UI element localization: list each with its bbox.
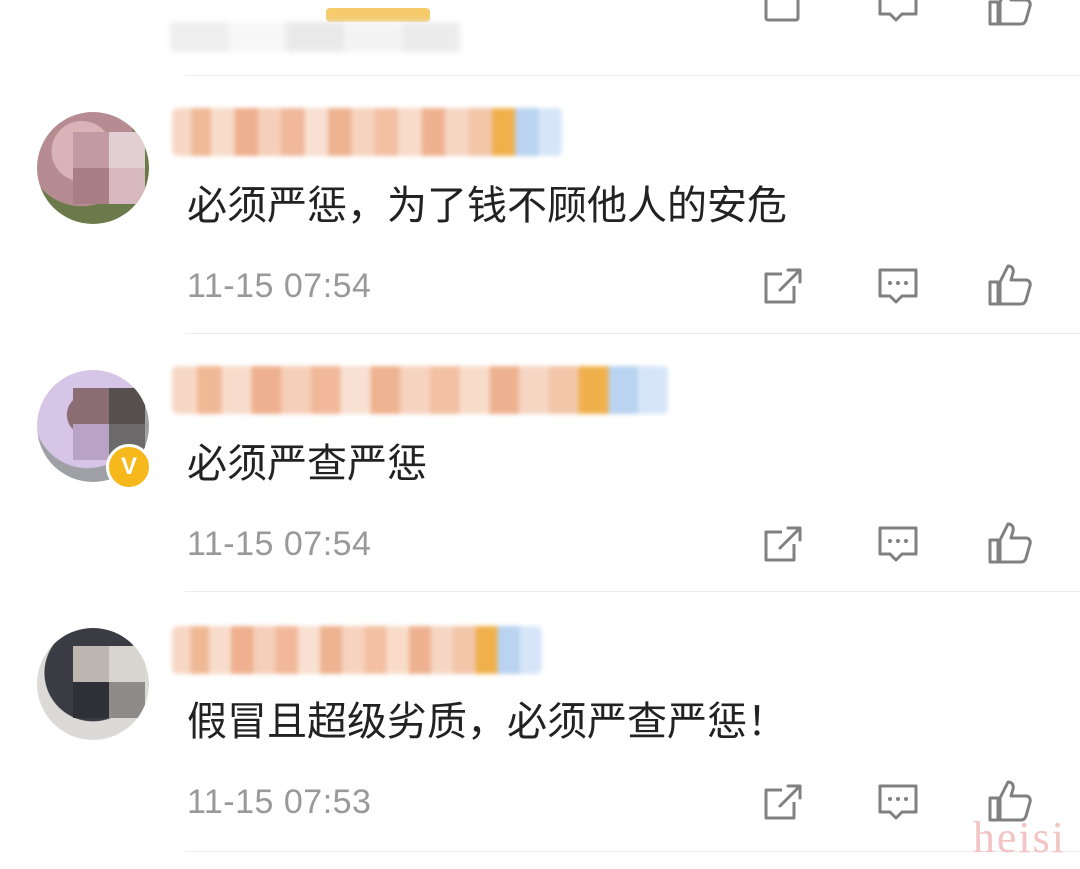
- blurred-username[interactable]: [172, 366, 668, 414]
- watermark: heisi: [972, 813, 1066, 862]
- share-icon[interactable]: [760, 520, 808, 568]
- thumbs-up-icon[interactable]: [986, 260, 1034, 308]
- comment-icon[interactable]: [874, 778, 922, 826]
- divider: [185, 75, 1080, 76]
- comment-time: 11-15 07:54: [187, 525, 372, 563]
- divider: [185, 851, 1080, 852]
- blurred-username: [170, 22, 460, 52]
- divider: [185, 591, 1080, 592]
- thumbs-up-icon[interactable]: [986, 0, 1034, 40]
- avatar[interactable]: [37, 628, 149, 740]
- comment-text: 假冒且超级劣质，必须严查严惩！: [187, 699, 787, 745]
- comment-icon[interactable]: [874, 520, 922, 568]
- comment-time: 11-15 07:53: [187, 783, 372, 821]
- comment-text: 必须严查严惩: [187, 441, 427, 487]
- username-highlight: [326, 8, 430, 22]
- share-icon[interactable]: [760, 262, 808, 310]
- share-icon[interactable]: [760, 778, 808, 826]
- avatar[interactable]: [37, 112, 149, 224]
- share-icon[interactable]: [760, 0, 808, 40]
- comment-time: 11-15 07:54: [187, 267, 372, 305]
- comment-icon[interactable]: [874, 0, 922, 40]
- divider: [185, 333, 1080, 334]
- comment-icon[interactable]: [874, 262, 922, 310]
- thumbs-up-icon[interactable]: [986, 518, 1034, 566]
- comment-text: 必须严惩，为了钱不顾他人的安危: [187, 183, 787, 229]
- blurred-username[interactable]: [172, 626, 542, 674]
- verified-badge: V: [106, 444, 152, 490]
- blurred-username[interactable]: [172, 108, 562, 156]
